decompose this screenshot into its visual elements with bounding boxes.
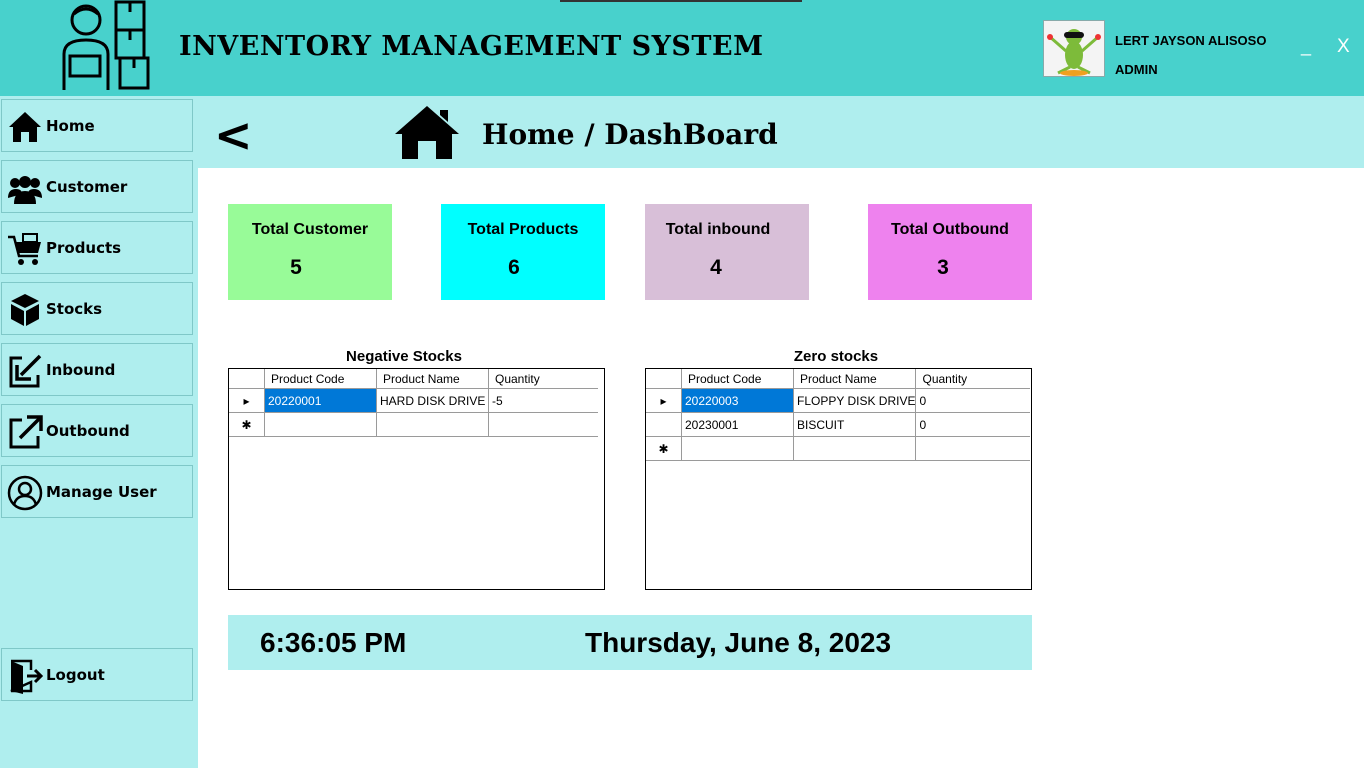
column-header[interactable]: Product Code bbox=[264, 369, 377, 389]
card-value: 5 bbox=[290, 256, 302, 279]
cell-empty[interactable] bbox=[488, 412, 598, 437]
cart-icon bbox=[8, 233, 41, 265]
cell-empty[interactable] bbox=[681, 436, 794, 461]
users-icon bbox=[8, 176, 42, 204]
card-title: Total Customer bbox=[251, 221, 369, 238]
column-header[interactable]: Quantity bbox=[915, 369, 1031, 389]
card-title: Total inbound bbox=[665, 221, 771, 238]
user-name: LERT JAYSON ALISOSO bbox=[1115, 33, 1267, 48]
logout-button[interactable]: Logout bbox=[1, 648, 193, 701]
new-row[interactable]: ✱ bbox=[229, 412, 598, 437]
column-header[interactable]: Product Code bbox=[681, 369, 794, 389]
sidebar-item-stocks[interactable]: Stocks bbox=[1, 282, 193, 335]
row-header-corner bbox=[229, 369, 265, 389]
total-outbound-card: Total Outbound 3 bbox=[868, 204, 1032, 300]
cell-empty[interactable] bbox=[915, 436, 1031, 461]
sidebar-item-label: Outbound bbox=[46, 422, 130, 440]
new-row[interactable]: ✱ bbox=[646, 436, 1031, 461]
table-row[interactable]: 20230001 BISCUIT 0 bbox=[646, 412, 1031, 437]
home-icon bbox=[9, 112, 41, 142]
cell-product-code[interactable]: 20230001 bbox=[681, 412, 794, 437]
back-button[interactable]: < bbox=[214, 110, 253, 160]
sidebar-item-customer[interactable]: Customer bbox=[1, 160, 193, 213]
cell-product-name[interactable]: HARD DISK DRIVE bbox=[376, 388, 489, 413]
top-accent-line bbox=[560, 0, 802, 2]
cell-product-name[interactable]: FLOPPY DISK DRIVE bbox=[792, 388, 917, 413]
cell-product-name[interactable]: BISCUIT bbox=[792, 412, 917, 437]
cell-product-code[interactable]: 20220001 bbox=[264, 388, 377, 413]
close-button[interactable]: X bbox=[1337, 36, 1350, 58]
current-row-arrow-icon: ▸ bbox=[229, 388, 265, 413]
cell-empty[interactable] bbox=[376, 412, 489, 437]
sidebar-item-label: Customer bbox=[46, 178, 128, 196]
cell-quantity[interactable]: 0 bbox=[915, 388, 1031, 413]
sidebar-item-label: Home bbox=[46, 117, 95, 135]
user-role: ADMIN bbox=[1115, 62, 1158, 77]
card-value: 3 bbox=[937, 256, 949, 279]
cell-empty[interactable] bbox=[792, 436, 917, 461]
sidebar-item-label: Stocks bbox=[46, 300, 103, 318]
minimize-button[interactable]: _ bbox=[1301, 36, 1311, 57]
warehouse-worker-logo-icon bbox=[62, 0, 150, 90]
column-header[interactable]: Quantity bbox=[488, 369, 598, 389]
current-row-arrow-icon: ▸ bbox=[646, 388, 682, 413]
sidebar-item-label: Products bbox=[46, 239, 122, 257]
table-row[interactable]: ▸ 20220003 FLOPPY DISK DRIVE 0 bbox=[646, 388, 1031, 413]
cell-quantity[interactable]: -5 bbox=[488, 388, 598, 413]
boxes-icon bbox=[11, 294, 39, 326]
logout-label: Logout bbox=[46, 666, 105, 684]
sidebar-item-inbound[interactable]: Inbound bbox=[1, 343, 193, 396]
row-header bbox=[646, 412, 682, 437]
outbound-arrow-icon bbox=[9, 415, 43, 449]
table-row[interactable]: ▸ 20220001 HARD DISK DRIVE -5 bbox=[229, 388, 598, 413]
card-title: Total Products bbox=[467, 221, 579, 238]
sidebar-item-home[interactable]: Home bbox=[1, 99, 193, 152]
sidebar-item-label: Inbound bbox=[46, 361, 116, 379]
new-row-asterisk-icon: ✱ bbox=[229, 412, 265, 437]
frog-avatar-icon bbox=[1044, 21, 1104, 76]
page-header bbox=[198, 96, 1364, 168]
app-title: INVENTORY MANAGEMENT SYSTEM bbox=[179, 31, 764, 62]
sidebar-item-products[interactable]: Products bbox=[1, 221, 193, 274]
cell-empty[interactable] bbox=[264, 412, 377, 437]
card-value: 4 bbox=[710, 256, 722, 279]
row-header-corner bbox=[646, 369, 682, 389]
cell-product-code[interactable]: 20220003 bbox=[681, 388, 794, 413]
negative-stocks-grid[interactable]: Product Code Product Name Quantity ▸ 202… bbox=[228, 368, 605, 590]
column-header[interactable]: Product Name bbox=[792, 369, 917, 389]
cell-quantity[interactable]: 0 bbox=[915, 412, 1031, 437]
zero-stocks-title: Zero stocks bbox=[793, 348, 879, 365]
sidebar-item-outbound[interactable]: Outbound bbox=[1, 404, 193, 457]
home-icon bbox=[395, 106, 459, 159]
column-header[interactable]: Product Name bbox=[376, 369, 489, 389]
page-title: Home / DashBoard bbox=[482, 118, 778, 151]
sidebar-item-manage-user[interactable]: Manage User bbox=[1, 465, 193, 518]
sidebar: Home Customer Products Stocks Inbound Ou… bbox=[0, 96, 198, 768]
logout-door-icon bbox=[10, 659, 43, 694]
total-customer-card: Total Customer 5 bbox=[228, 204, 392, 300]
clock-time: 6:36:05 PM bbox=[260, 627, 407, 658]
avatar bbox=[1043, 20, 1105, 77]
card-value: 6 bbox=[508, 256, 520, 279]
clock-date: Thursday, June 8, 2023 bbox=[585, 627, 892, 658]
card-title: Total Outbound bbox=[891, 221, 1009, 238]
zero-stocks-grid[interactable]: Product Code Product Name Quantity ▸ 202… bbox=[645, 368, 1032, 590]
new-row-asterisk-icon: ✱ bbox=[646, 436, 682, 461]
total-products-card: Total Products 6 bbox=[441, 204, 605, 300]
inbound-arrow-icon bbox=[9, 354, 42, 388]
sidebar-item-label: Manage User bbox=[46, 483, 157, 501]
total-inbound-card: Total inbound 4 bbox=[645, 204, 809, 300]
user-circle-icon bbox=[7, 475, 43, 511]
negative-stocks-title: Negative Stocks bbox=[346, 348, 462, 365]
